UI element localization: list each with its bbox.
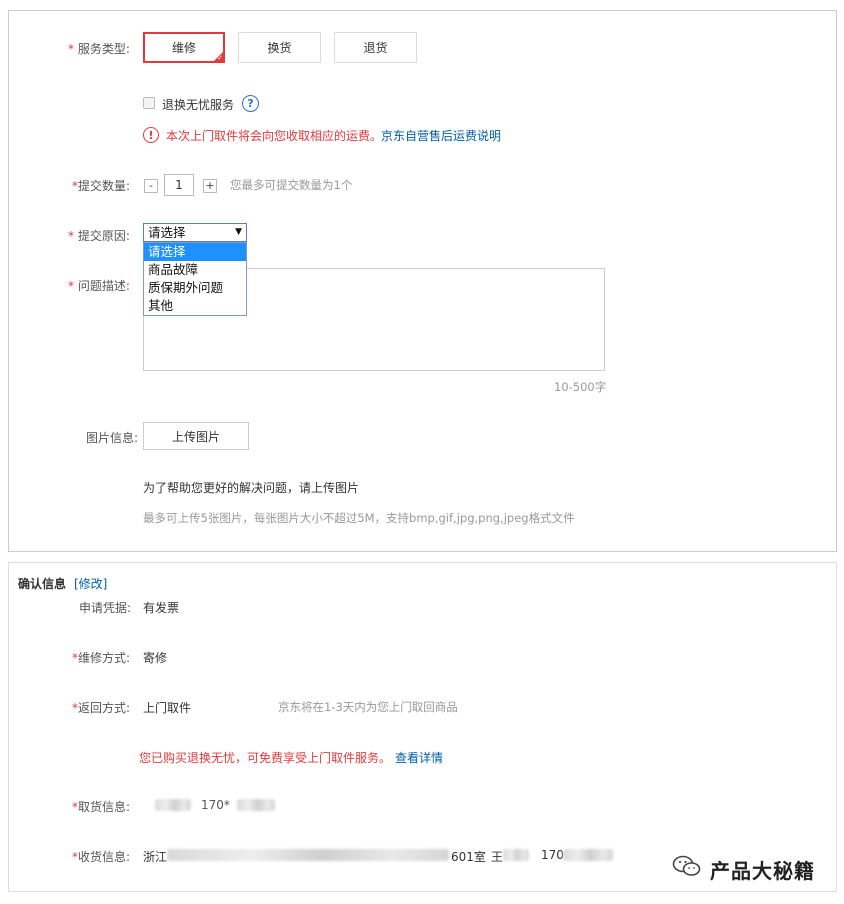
shipping-fee-notice: 本次上门取件将会向您收取相应的运费。	[166, 129, 383, 143]
upload-image-button[interactable]: 上传图片	[143, 422, 249, 450]
delivery-name: 王	[491, 850, 504, 864]
reason-label: * 提交原因:	[68, 227, 130, 244]
reason-selected-value: 请选择	[148, 225, 186, 240]
reason-select[interactable]: 请选择 ▼	[143, 223, 247, 242]
required-mark: *	[68, 229, 74, 243]
repair-method-value: 寄修	[143, 651, 168, 665]
voucher-value: 有发票	[143, 601, 180, 615]
worry-free-label: 退换无忧服务	[162, 98, 235, 112]
quantity-increment-button[interactable]: +	[203, 179, 217, 193]
pickup-phone: 170*	[201, 798, 230, 812]
reason-dropdown-list: 请选择 商品故障 质保期外问题 其他	[143, 242, 247, 316]
delivery-label-text: 收货信息:	[78, 850, 131, 864]
service-type-label: * 服务类型:	[68, 40, 130, 57]
description-label-text: 问题描述:	[77, 279, 130, 293]
worry-free-checkbox[interactable]	[143, 97, 155, 109]
reason-option[interactable]: 商品故障	[144, 261, 246, 279]
question-icon[interactable]: ?	[242, 95, 259, 112]
dropdown-arrow-icon: ▼	[235, 227, 242, 237]
required-mark: *	[68, 279, 74, 293]
promo-details-link[interactable]: 查看详情	[395, 749, 443, 766]
shipping-fee-link[interactable]: 京东自营售后运费说明	[381, 127, 501, 144]
redacted-phone	[237, 799, 275, 811]
delivery-province: 浙江	[143, 850, 168, 864]
return-method-label-text: 返回方式:	[78, 701, 131, 715]
upload-image-label: 上传图片	[171, 429, 220, 444]
repair-method-label-text: 维修方式:	[78, 651, 131, 665]
voucher-label: 申请凭据:	[79, 601, 132, 615]
reason-label-text: 提交原因:	[77, 229, 130, 243]
description-counter: 10-500字	[554, 380, 607, 394]
upload-hint: 为了帮助您更好的解决问题，请上传图片	[143, 481, 360, 495]
description-label: * 问题描述:	[68, 277, 130, 294]
service-option-return[interactable]: 退货	[334, 32, 417, 63]
repair-method-label: *维修方式:	[72, 649, 130, 666]
confirm-title: 确认信息	[18, 577, 67, 591]
redacted-name	[155, 799, 191, 811]
service-option-label: 退货	[363, 41, 388, 55]
watermark-text: 产品大秘籍	[710, 859, 815, 883]
redacted-address	[167, 849, 449, 861]
quantity-label: *提交数量:	[72, 177, 130, 194]
required-mark: *	[68, 42, 74, 56]
reason-option[interactable]: 其他	[144, 297, 246, 315]
promo-text: 您已购买退换无忧，可免费享受上门取件服务。	[139, 751, 392, 765]
check-icon: ✓	[217, 54, 223, 62]
service-option-exchange[interactable]: 换货	[238, 32, 321, 63]
images-label: 图片信息:	[86, 431, 139, 445]
service-option-repair[interactable]: 维修 ✓	[143, 32, 225, 63]
edit-link[interactable]: [修改]	[74, 575, 107, 592]
warning-icon: !	[143, 127, 159, 143]
redacted-phone	[563, 849, 613, 861]
reason-option[interactable]: 质保期外问题	[144, 279, 246, 297]
wechat-icon	[672, 855, 701, 876]
return-method-note: 京东将在1-3天内为您上门取回商品	[278, 700, 458, 714]
reason-option[interactable]: 请选择	[144, 243, 246, 261]
pickup-label: *取货信息:	[72, 798, 130, 815]
return-method-label: *返回方式:	[72, 699, 130, 716]
delivery-phone: 170	[541, 848, 564, 862]
delivery-room: 601室	[451, 850, 486, 864]
upload-limits-hint: 最多可上传5张图片，每张图片大小不超过5M，支持bmp,gif,jpg,png,…	[143, 511, 575, 525]
quantity-decrement-button[interactable]: -	[144, 179, 158, 193]
quantity-input[interactable]: 1	[164, 174, 194, 196]
service-option-label: 维修	[171, 41, 196, 55]
redacted-name	[503, 849, 529, 861]
confirm-info-panel	[8, 562, 837, 892]
quantity-hint: 您最多可提交数量为1个	[230, 178, 353, 192]
return-method-value: 上门取件	[143, 701, 192, 715]
service-option-label: 换货	[267, 41, 292, 55]
pickup-label-text: 取货信息:	[78, 800, 131, 814]
quantity-label-text: 提交数量:	[78, 179, 131, 193]
service-type-label-text: 服务类型:	[77, 42, 130, 56]
delivery-label: *收货信息:	[72, 848, 130, 865]
